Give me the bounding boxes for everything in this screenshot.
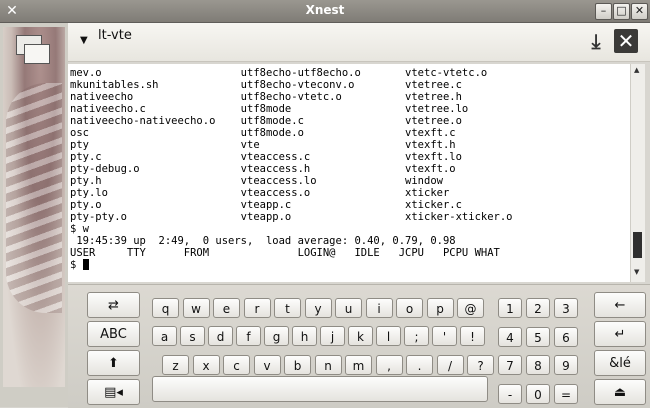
numpad-key[interactable]: 9: [554, 355, 578, 375]
key-a[interactable]: a: [152, 326, 177, 346]
launcher-panel: [0, 23, 68, 407]
key-symbol[interactable]: ;: [404, 326, 429, 346]
key-f[interactable]: f: [236, 326, 261, 346]
key-b[interactable]: b: [284, 355, 311, 375]
window-titlebar: ✕ Xnest – □ ✕: [0, 0, 650, 23]
app-header: ▼ lt-vte ⤓ ✕: [68, 23, 650, 62]
terminal-text: mev.o utf8echo-utf8echo.o vtetc-vtetc.o …: [68, 64, 630, 271]
key-d[interactable]: d: [208, 326, 233, 346]
maximize-icon[interactable]: □: [613, 3, 630, 20]
app-title: lt-vte: [98, 28, 132, 43]
tab-icon: ⇄: [108, 298, 119, 313]
terminal-line: pty.o vteapp.c xticker.c: [70, 199, 462, 211]
terminal-line: nativeecho utf8echo-vtetc.o vtetree.h: [70, 91, 462, 103]
menu-triangle-icon[interactable]: ▼: [80, 35, 88, 46]
numpad-key[interactable]: 1: [498, 298, 522, 318]
key-u[interactable]: u: [335, 298, 362, 318]
numpad-key[interactable]: =: [554, 383, 578, 404]
key-k[interactable]: k: [348, 326, 373, 346]
key-l[interactable]: l: [376, 326, 401, 346]
terminal-line: pty.h vteaccess.lo window: [70, 175, 443, 187]
backspace-icon: ←: [614, 298, 626, 313]
terminal-cursor: [82, 259, 89, 270]
key-w[interactable]: w: [182, 298, 210, 318]
shift-key[interactable]: ⬆: [87, 350, 140, 376]
key-q[interactable]: q: [152, 298, 179, 318]
tab-key[interactable]: ⇄: [87, 292, 140, 318]
key-t[interactable]: t: [274, 298, 301, 318]
key-symbol[interactable]: !: [460, 326, 485, 346]
menu-key[interactable]: ▤◂: [87, 379, 140, 405]
key-z[interactable]: z: [162, 355, 189, 375]
terminal-output[interactable]: mev.o utf8echo-utf8echo.o vtetc-vtetc.o …: [68, 64, 630, 282]
terminal-line: pty.lo vteaccess.o xticker: [70, 187, 450, 199]
key-symbol[interactable]: ,: [375, 355, 403, 375]
onscreen-keyboard: ⇄ ABC ⬆ ▤◂ q w e r t y u i o p @ a s d f g h j k l; '! zxcv…: [68, 284, 650, 408]
enter-key[interactable]: ↵: [594, 321, 646, 347]
key-symbol[interactable]: @: [457, 298, 484, 318]
hide-keyboard-key[interactable]: ⏏: [594, 379, 646, 405]
numpad-key[interactable]: 0: [526, 383, 550, 404]
shift-icon: ⬆: [108, 356, 119, 371]
abc-key[interactable]: ABC: [87, 321, 140, 347]
numpad-key[interactable]: 4: [498, 326, 522, 347]
key-e[interactable]: e: [213, 298, 240, 318]
enter-icon: ↵: [614, 327, 626, 342]
numpad-key[interactable]: 2: [526, 298, 550, 318]
terminal-line: pty-debug.o vteaccess.h vtexft.o: [70, 163, 456, 175]
key-symbol[interactable]: /: [436, 355, 464, 375]
terminal-line: pty.c vteaccess.c vtexft.lo: [70, 151, 462, 163]
symbols-key[interactable]: &lé: [594, 350, 646, 376]
key-v[interactable]: v: [253, 355, 281, 375]
space-key[interactable]: [152, 376, 488, 402]
numpad-key[interactable]: -: [498, 383, 522, 404]
key-n[interactable]: n: [314, 355, 342, 375]
key-symbol[interactable]: .: [406, 355, 433, 375]
numpad-key[interactable]: 3: [554, 298, 578, 318]
terminal-line: nativeecho-nativeecho.o utf8mode.c vtetr…: [70, 115, 462, 127]
numpad-key[interactable]: 5: [526, 326, 550, 347]
terminal-line: osc utf8mode.o vtexft.c: [70, 127, 456, 139]
scroll-up-icon[interactable]: ▲: [634, 66, 639, 74]
key-x[interactable]: x: [192, 355, 220, 375]
windows-switcher-icon[interactable]: [16, 35, 50, 65]
terminal-scrollbar[interactable]: ▲ ▼: [630, 64, 645, 282]
backspace-key[interactable]: ←: [594, 292, 646, 318]
close-window-icon[interactable]: ✕: [631, 3, 648, 20]
scrollbar-thumb[interactable]: [633, 232, 642, 258]
key-r[interactable]: r: [243, 298, 271, 318]
key-i[interactable]: i: [365, 298, 393, 318]
key-m[interactable]: m: [345, 355, 372, 375]
hide-keyboard-icon: ⏏: [613, 385, 627, 400]
key-s[interactable]: s: [180, 326, 205, 346]
window-title: Xnest: [305, 3, 345, 17]
terminal-line: USER TTY FROM LOGIN@ IDLE JCPU PCPU WHAT: [70, 247, 500, 259]
key-h[interactable]: h: [292, 326, 317, 346]
terminal-prompt: $: [70, 259, 83, 271]
download-icon[interactable]: ⤓: [584, 29, 608, 53]
numpad-key[interactable]: 8: [526, 355, 550, 375]
terminal-line: pty-pty.o vteapp.o xticker-xticker.o: [70, 211, 513, 223]
key-c[interactable]: c: [223, 355, 250, 375]
minimize-icon[interactable]: –: [595, 3, 612, 20]
key-o[interactable]: o: [396, 298, 423, 318]
key-j[interactable]: j: [320, 326, 345, 346]
terminal-line: 19:45:39 up 2:49, 0 users, load average:…: [76, 235, 456, 247]
terminal-line: mev.o utf8echo-utf8echo.o vtetc-vtetc.o: [70, 67, 488, 79]
key-symbol[interactable]: ?: [467, 355, 494, 375]
decorative-stripes: [6, 83, 62, 313]
key-p[interactable]: p: [426, 298, 454, 318]
terminal-line: pty vte vtexft.h: [70, 139, 456, 151]
key-g[interactable]: g: [264, 326, 289, 346]
key-y[interactable]: y: [304, 298, 332, 318]
key-symbol[interactable]: ': [432, 326, 457, 346]
terminal-line: nativeecho.c utf8mode vtetree.lo: [70, 103, 469, 115]
terminal-line: mkunitables.sh utf8echo-vteconv.o vtetre…: [70, 79, 462, 91]
menu-icon: ▤◂: [104, 385, 123, 400]
close-icon[interactable]: ✕: [614, 29, 638, 53]
numpad-key[interactable]: 7: [498, 355, 522, 375]
terminal-line: $ w: [70, 223, 89, 235]
numpad-key[interactable]: 6: [554, 326, 578, 347]
scroll-down-icon[interactable]: ▼: [634, 268, 639, 276]
